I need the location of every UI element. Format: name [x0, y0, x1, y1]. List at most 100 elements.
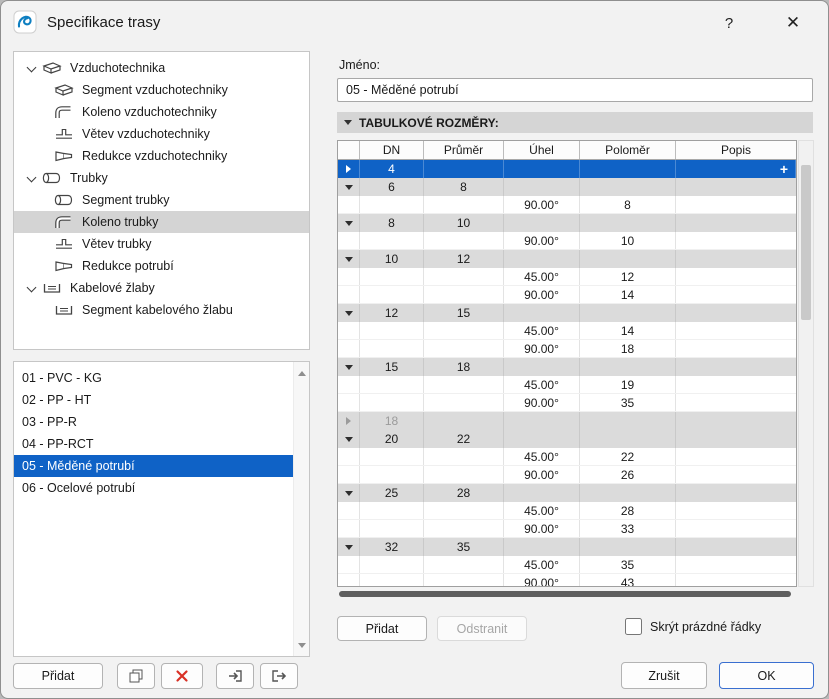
table-row[interactable]: 90.00°14 [338, 286, 796, 304]
cell-polomer[interactable]: 12 [580, 268, 676, 285]
cell-popis[interactable] [676, 394, 796, 411]
list-item[interactable]: 02 - PP - HT [14, 389, 293, 411]
table-row[interactable]: 45.00°28 [338, 502, 796, 520]
list-scrollbar[interactable] [293, 362, 309, 656]
cell-popis[interactable] [676, 466, 796, 483]
cell-prumer[interactable] [424, 466, 504, 483]
cell-polomer[interactable]: 35 [580, 556, 676, 573]
cell-popis[interactable] [676, 340, 796, 357]
cell-polomer[interactable]: 14 [580, 286, 676, 303]
cell-polomer[interactable]: 10 [580, 232, 676, 249]
cell-dn[interactable] [360, 502, 424, 519]
cell-dn[interactable] [360, 448, 424, 465]
row-expanded-icon[interactable] [345, 545, 353, 550]
cell-dn[interactable] [360, 556, 424, 573]
cell-prumer[interactable] [424, 232, 504, 249]
cell-polomer[interactable]: 26 [580, 466, 676, 483]
cell-polomer[interactable] [580, 484, 676, 502]
add-row-button[interactable]: Přidat [337, 616, 427, 641]
col-uhel[interactable]: Úhel [504, 141, 580, 159]
tree-item-koleno-vzduchotechniky[interactable]: Koleno vzduchotechniky [14, 101, 309, 123]
table-row[interactable]: 90.00°18 [338, 340, 796, 358]
cell-uhel[interactable]: 45.00° [504, 268, 580, 285]
cell-uhel[interactable] [504, 358, 580, 376]
name-input[interactable] [337, 78, 813, 102]
tree-item-redukce-vzduchotechniky[interactable]: Redukce vzduchotechniky [14, 145, 309, 167]
table-horizontal-scrollbar[interactable] [337, 591, 814, 598]
cell-popis[interactable] [676, 286, 796, 303]
scroll-down-icon[interactable] [294, 637, 309, 653]
cell-uhel[interactable] [504, 430, 580, 448]
list-item[interactable]: 06 - Ocelové potrubí [14, 477, 293, 499]
cell-polomer[interactable]: 35 [580, 394, 676, 411]
cell-uhel[interactable] [504, 214, 580, 232]
table-row[interactable]: 45.00°35 [338, 556, 796, 574]
cell-polomer[interactable] [580, 160, 676, 178]
row-collapsed-icon[interactable] [346, 165, 351, 173]
cell-polomer[interactable] [580, 430, 676, 448]
cell-prumer[interactable] [424, 322, 504, 339]
table-row[interactable]: 90.00°43 [338, 574, 796, 587]
cell-uhel[interactable]: 45.00° [504, 556, 580, 573]
cell-uhel[interactable]: 90.00° [504, 394, 580, 411]
import-button[interactable] [216, 663, 254, 689]
tree-item-segment-kaboveho-zlabu[interactable]: Segment kabelového žlabu [14, 299, 309, 321]
table-row[interactable]: 45.00°19 [338, 376, 796, 394]
chevron-down-icon[interactable] [24, 280, 42, 296]
cell-uhel[interactable]: 90.00° [504, 466, 580, 483]
cell-popis[interactable] [676, 232, 796, 249]
tree-item-vzduchotechnika[interactable]: Vzduchotechnika [14, 57, 309, 79]
cell-dn[interactable] [360, 574, 424, 587]
cell-prumer[interactable] [424, 268, 504, 285]
remove-row-button[interactable]: Odstranit [437, 616, 527, 641]
tree-item-redukce-potrubi[interactable]: Redukce potrubí [14, 255, 309, 277]
cell-prumer[interactable] [424, 520, 504, 537]
row-expanded-icon[interactable] [345, 491, 353, 496]
row-expanded-icon[interactable] [345, 365, 353, 370]
cell-uhel[interactable] [504, 304, 580, 322]
tree-item-vetev-vzduchotechniky[interactable]: Větev vzduchotechniky [14, 123, 309, 145]
export-button[interactable] [260, 663, 298, 689]
help-button[interactable]: ? [718, 12, 740, 34]
cell-popis[interactable] [676, 430, 796, 448]
cell-dn[interactable]: 6 [360, 178, 424, 196]
cell-prumer[interactable]: 28 [424, 484, 504, 502]
cell-prumer[interactable] [424, 448, 504, 465]
cell-prumer[interactable]: 12 [424, 250, 504, 268]
cell-uhel[interactable] [504, 412, 580, 430]
row-expanded-icon[interactable] [345, 185, 353, 190]
cell-popis[interactable] [676, 502, 796, 519]
cell-prumer[interactable] [424, 286, 504, 303]
tree-item-segment-vzduchotechniky[interactable]: Segment vzduchotechniky [14, 79, 309, 101]
cell-polomer[interactable]: 8 [580, 196, 676, 213]
cell-popis[interactable] [676, 250, 796, 268]
cell-prumer[interactable]: 22 [424, 430, 504, 448]
cell-prumer[interactable]: 18 [424, 358, 504, 376]
col-prumer[interactable]: Průměr [424, 141, 504, 159]
table-row-group[interactable]: 810 [338, 214, 796, 232]
cell-polomer[interactable]: 33 [580, 520, 676, 537]
add-material-button[interactable]: Přidat [13, 663, 103, 689]
table-row-selected[interactable]: 4+ [338, 160, 796, 178]
col-polomer[interactable]: Poloměr [580, 141, 676, 159]
col-dn[interactable]: DN [360, 141, 424, 159]
cell-popis[interactable] [676, 574, 796, 587]
cell-dn[interactable] [360, 286, 424, 303]
cell-uhel[interactable]: 45.00° [504, 376, 580, 393]
cell-uhel[interactable]: 90.00° [504, 286, 580, 303]
cell-popis[interactable] [676, 358, 796, 376]
cell-uhel[interactable] [504, 250, 580, 268]
cell-dn[interactable] [360, 340, 424, 357]
cell-polomer[interactable]: 43 [580, 574, 676, 587]
hide-empty-rows-checkbox[interactable] [625, 618, 642, 635]
cell-popis[interactable] [676, 178, 796, 196]
cell-popis[interactable] [676, 196, 796, 213]
cell-popis[interactable] [676, 448, 796, 465]
table-row-group[interactable]: 3235 [338, 538, 796, 556]
table-row[interactable]: 90.00°10 [338, 232, 796, 250]
cell-prumer[interactable]: 10 [424, 214, 504, 232]
cell-uhel[interactable]: 90.00° [504, 340, 580, 357]
cell-popis[interactable] [676, 520, 796, 537]
tree-item-segment-trubky[interactable]: Segment trubky [14, 189, 309, 211]
cell-dn[interactable]: 20 [360, 430, 424, 448]
